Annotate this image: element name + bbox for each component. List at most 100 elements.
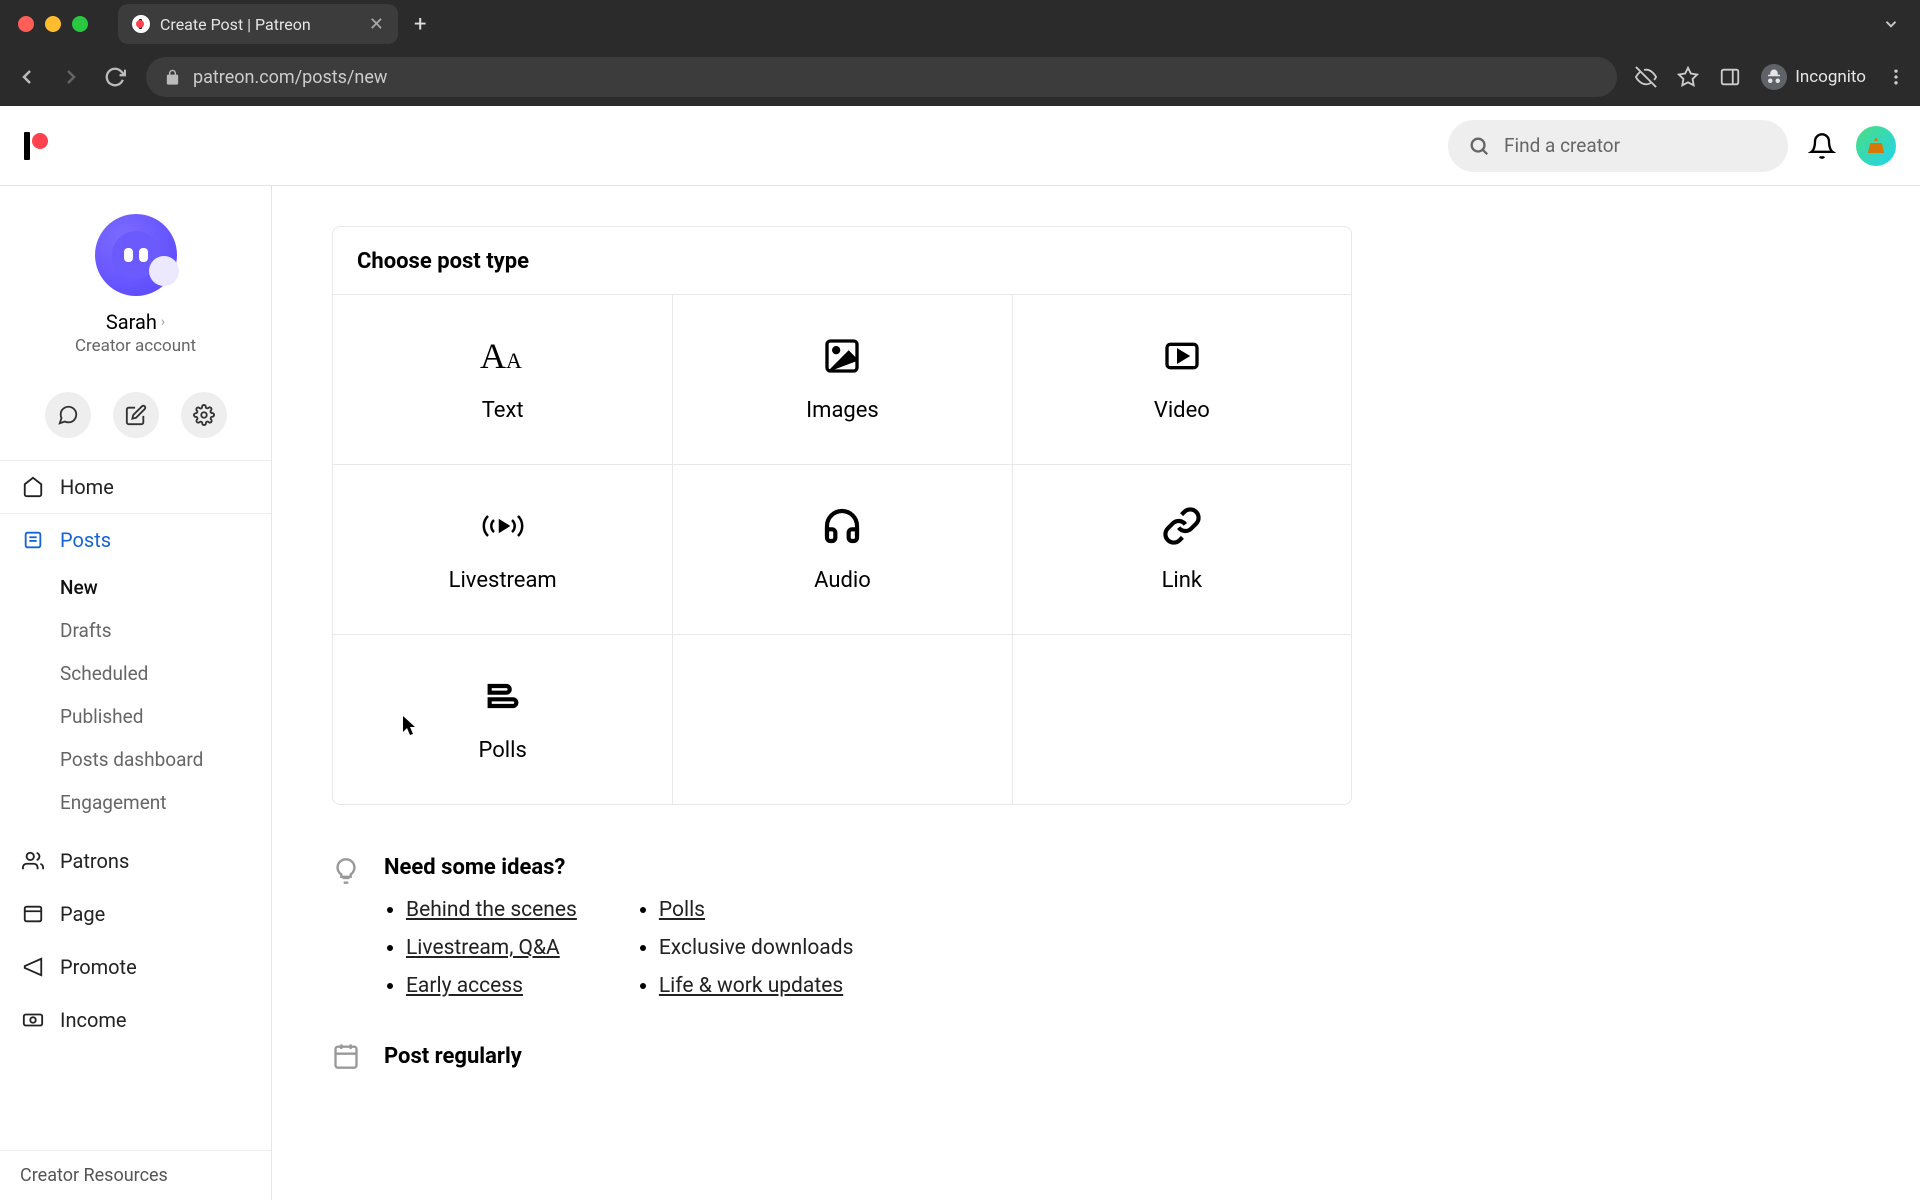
traffic-lights xyxy=(18,16,88,32)
idea-exclusive-downloads: Exclusive downloads xyxy=(659,936,854,960)
svg-text:A: A xyxy=(506,348,522,373)
ideas-lists: Behind the scenes Livestream, Q&A Early … xyxy=(384,898,853,1012)
calendar-icon xyxy=(332,1042,360,1070)
address-bar: patreon.com/posts/new Incognito xyxy=(0,48,1920,106)
patreon-favicon xyxy=(132,15,150,33)
forward-button[interactable] xyxy=(58,64,84,90)
audio-icon xyxy=(822,506,862,546)
browser-tab[interactable]: Create Post | Patreon ✕ xyxy=(118,4,398,44)
post-type-link[interactable]: Link xyxy=(1012,464,1351,634)
nav-income[interactable]: Income xyxy=(0,993,271,1046)
idea-livestream-qa[interactable]: Livestream, Q&A xyxy=(406,936,560,960)
eye-off-icon[interactable] xyxy=(1635,66,1657,88)
tabs-dropdown-icon[interactable] xyxy=(1882,15,1900,33)
window-minimize-button[interactable] xyxy=(45,16,61,32)
incognito-chip[interactable]: Incognito xyxy=(1761,64,1866,90)
url-text: patreon.com/posts/new xyxy=(193,67,387,88)
home-icon xyxy=(22,476,44,498)
reload-button[interactable] xyxy=(102,64,128,90)
browser-chrome: Create Post | Patreon ✕ + patreon.com/po… xyxy=(0,0,1920,106)
close-tab-icon[interactable]: ✕ xyxy=(369,14,384,35)
chat-button[interactable] xyxy=(45,392,91,438)
compose-button[interactable] xyxy=(113,392,159,438)
mouse-cursor xyxy=(403,716,419,736)
livestream-icon xyxy=(478,506,528,546)
post-type-images[interactable]: Images xyxy=(672,294,1011,464)
nav-posts-published[interactable]: Published xyxy=(0,695,271,738)
window-close-button[interactable] xyxy=(18,16,34,32)
svg-text:A: A xyxy=(480,336,506,376)
nav-posts-dashboard[interactable]: Posts dashboard xyxy=(0,738,271,781)
nav-posts-new[interactable]: New xyxy=(0,566,271,609)
incognito-label: Incognito xyxy=(1795,67,1866,87)
post-regularly-section: Post regularly xyxy=(332,1042,1860,1070)
text-icon: AA xyxy=(480,336,526,376)
star-icon[interactable] xyxy=(1677,66,1699,88)
browser-right-icons: Incognito xyxy=(1635,64,1906,90)
creator-block[interactable]: Sarah › Creator account xyxy=(0,206,271,374)
creator-account-label: Creator account xyxy=(75,336,196,356)
search-placeholder: Find a creator xyxy=(1504,134,1620,157)
polls-icon xyxy=(483,676,523,716)
idea-polls[interactable]: Polls xyxy=(659,898,705,922)
lock-icon xyxy=(164,69,181,86)
nav-posts-scheduled[interactable]: Scheduled xyxy=(0,652,271,695)
post-type-livestream[interactable]: Livestream xyxy=(333,464,672,634)
sidebar: Sarah › Creator account Home Posts xyxy=(0,186,272,1200)
posts-icon xyxy=(22,529,44,551)
creator-name-row: Sarah › xyxy=(106,310,165,334)
panel-icon[interactable] xyxy=(1719,66,1741,88)
nav-posts[interactable]: Posts xyxy=(0,513,271,566)
nav-promote[interactable]: Promote xyxy=(0,940,271,993)
post-type-text[interactable]: AA Text xyxy=(333,294,672,464)
back-button[interactable] xyxy=(14,64,40,90)
promote-icon xyxy=(22,956,44,978)
creator-avatar xyxy=(95,214,177,296)
browser-menu-icon[interactable] xyxy=(1886,67,1906,87)
url-field[interactable]: patreon.com/posts/new xyxy=(146,57,1617,97)
lightbulb-icon xyxy=(332,857,360,885)
search-field[interactable]: Find a creator xyxy=(1448,120,1788,172)
patreon-logo[interactable] xyxy=(24,132,48,160)
incognito-icon xyxy=(1761,64,1787,90)
app-body: Sarah › Creator account Home Posts xyxy=(0,186,1920,1200)
search-icon xyxy=(1468,135,1490,157)
tab-title: Create Post | Patreon xyxy=(160,15,311,34)
page-icon xyxy=(22,903,44,925)
quick-actions xyxy=(0,392,271,438)
idea-behind-scenes[interactable]: Behind the scenes xyxy=(406,898,577,922)
main-content: Choose post type AA Text Images xyxy=(272,186,1920,1200)
nav-posts-engagement[interactable]: Engagement xyxy=(0,781,271,824)
post-type-card: Choose post type AA Text Images xyxy=(332,226,1352,805)
post-type-grid: AA Text Images Video xyxy=(333,294,1351,804)
creator-resources-link[interactable]: Creator Resources xyxy=(0,1150,271,1200)
ideas-section: Need some ideas? Behind the scenes Lives… xyxy=(332,855,1352,1012)
video-icon xyxy=(1162,336,1202,376)
notifications-icon[interactable] xyxy=(1808,132,1836,160)
user-avatar[interactable] xyxy=(1856,126,1896,166)
income-icon xyxy=(22,1009,44,1031)
nav-patrons[interactable]: Patrons xyxy=(0,834,271,887)
app-header: Find a creator xyxy=(0,106,1920,186)
link-icon xyxy=(1162,506,1202,546)
ideas-title: Need some ideas? xyxy=(384,855,853,880)
window-maximize-button[interactable] xyxy=(72,16,88,32)
chevron-right-icon: › xyxy=(161,314,165,330)
post-regularly-title: Post regularly xyxy=(384,1044,522,1069)
post-type-audio[interactable]: Audio xyxy=(672,464,1011,634)
patrons-icon xyxy=(22,850,44,872)
nav-page[interactable]: Page xyxy=(0,887,271,940)
nav-posts-drafts[interactable]: Drafts xyxy=(0,609,271,652)
images-icon xyxy=(822,336,862,376)
nav-list: Home Posts New Drafts Scheduled Publishe… xyxy=(0,460,271,1046)
post-type-polls[interactable]: Polls xyxy=(333,634,672,804)
post-type-video[interactable]: Video xyxy=(1012,294,1351,464)
idea-life-work[interactable]: Life & work updates xyxy=(659,974,843,998)
choose-post-type-title: Choose post type xyxy=(333,227,1351,294)
settings-button[interactable] xyxy=(181,392,227,438)
creator-name: Sarah xyxy=(106,310,157,334)
new-tab-button[interactable]: + xyxy=(408,12,432,37)
nav-home[interactable]: Home xyxy=(0,460,271,513)
tab-bar: Create Post | Patreon ✕ + xyxy=(0,0,1920,48)
idea-early-access[interactable]: Early access xyxy=(406,974,523,998)
